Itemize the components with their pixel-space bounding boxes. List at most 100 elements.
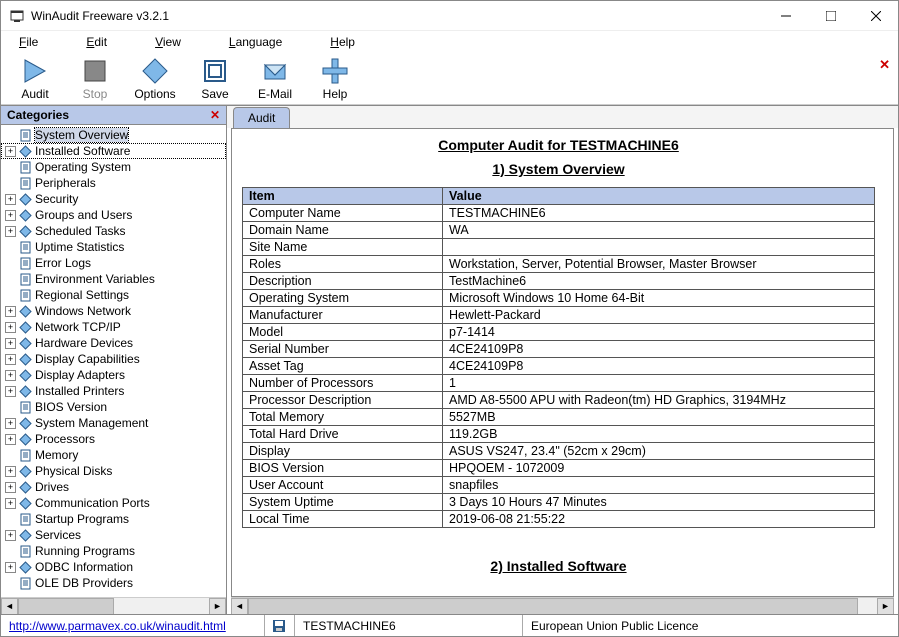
scroll-left-icon[interactable]: ◄ <box>1 598 18 615</box>
sidebar-title: Categories <box>7 108 69 122</box>
page-icon <box>19 513 32 526</box>
tree-item-label: Security <box>35 192 78 206</box>
cell-item: Model <box>243 324 443 341</box>
category-tree[interactable]: System Overview+Installed SoftwareOperat… <box>1 125 226 597</box>
email-button[interactable]: E-Mail <box>245 57 305 101</box>
diamond-icon <box>19 529 32 542</box>
table-row: Operating SystemMicrosoft Windows 10 Hom… <box>243 290 875 307</box>
expand-icon[interactable]: + <box>5 530 16 541</box>
options-button[interactable]: Options <box>125 57 185 101</box>
expand-icon[interactable]: + <box>5 418 16 429</box>
tree-item[interactable]: Uptime Statistics <box>1 239 226 255</box>
scroll-thumb[interactable] <box>18 598 114 615</box>
cell-value: Hewlett-Packard <box>443 307 875 324</box>
tree-item[interactable]: +ODBC Information <box>1 559 226 575</box>
tree-item[interactable]: +Display Capabilities <box>1 351 226 367</box>
scroll-thumb[interactable] <box>248 598 858 615</box>
expand-icon[interactable]: + <box>5 322 16 333</box>
tree-item[interactable]: +Network TCP/IP <box>1 319 226 335</box>
sidebar: Categories ✕ System Overview+Installed S… <box>1 106 227 614</box>
status-link[interactable]: http://www.parmavex.co.uk/winaudit.html <box>1 615 265 636</box>
tree-item[interactable]: Regional Settings <box>1 287 226 303</box>
document-body[interactable]: Computer Audit for TESTMACHINE6 1) Syste… <box>232 129 893 596</box>
tree-item[interactable]: BIOS Version <box>1 399 226 415</box>
tree-item[interactable]: Error Logs <box>1 255 226 271</box>
tree-item-label: Display Adapters <box>35 368 125 382</box>
tree-item[interactable]: +Installed Software <box>1 143 226 159</box>
disk-icon[interactable] <box>265 615 295 636</box>
expand-icon[interactable]: + <box>5 146 16 157</box>
diamond-icon <box>19 145 32 158</box>
minimize-button[interactable] <box>763 1 808 31</box>
tree-item-label: Communication Ports <box>35 496 150 510</box>
scroll-right-icon[interactable]: ► <box>209 598 226 615</box>
expand-icon[interactable]: + <box>5 386 16 397</box>
tree-item[interactable]: System Overview <box>1 127 226 143</box>
tree-item[interactable]: Environment Variables <box>1 271 226 287</box>
expand-icon[interactable]: + <box>5 354 16 365</box>
tree-item[interactable]: +System Management <box>1 415 226 431</box>
tree-item[interactable]: + Communication Ports <box>1 495 226 511</box>
tree-item[interactable]: +Installed Printers <box>1 383 226 399</box>
cell-item: Display <box>243 443 443 460</box>
tree-item[interactable]: +Physical Disks <box>1 463 226 479</box>
tree-item[interactable]: Memory <box>1 447 226 463</box>
tree-item[interactable]: + Groups and Users <box>1 207 226 223</box>
audit-button[interactable]: Audit <box>5 57 65 101</box>
tree-item[interactable]: + Security <box>1 191 226 207</box>
col-value: Value <box>443 188 875 205</box>
expand-icon[interactable]: + <box>5 498 16 509</box>
expand-icon[interactable]: + <box>5 210 16 221</box>
sidebar-scrollbar[interactable]: ◄ ► <box>1 597 226 614</box>
menu-view[interactable]: View <box>131 33 205 51</box>
cell-item: User Account <box>243 477 443 494</box>
tree-item[interactable]: Startup Programs <box>1 511 226 527</box>
expand-icon[interactable]: + <box>5 370 16 381</box>
close-button[interactable] <box>853 1 898 31</box>
tree-item[interactable]: +Windows Network <box>1 303 226 319</box>
scroll-left-icon[interactable]: ◄ <box>231 598 248 615</box>
tree-item[interactable]: Operating System <box>1 159 226 175</box>
expand-icon[interactable]: + <box>5 306 16 317</box>
tree-item[interactable]: +Drives <box>1 479 226 495</box>
cell-item: Manufacturer <box>243 307 443 324</box>
tree-item[interactable]: + Scheduled Tasks <box>1 223 226 239</box>
expand-icon[interactable]: + <box>5 194 16 205</box>
expand-icon[interactable]: + <box>5 482 16 493</box>
cell-item: Number of Processors <box>243 375 443 392</box>
tree-item-label: Uptime Statistics <box>35 240 124 254</box>
diamond-icon <box>19 433 32 446</box>
tree-item[interactable]: +Hardware Devices <box>1 335 226 351</box>
tree-item[interactable]: OLE DB Providers <box>1 575 226 591</box>
menu-edit[interactable]: Edit <box>62 33 131 51</box>
tree-item[interactable]: Running Programs <box>1 543 226 559</box>
main-scrollbar[interactable]: ◄ ► <box>231 597 894 614</box>
expand-icon[interactable]: + <box>5 466 16 477</box>
expand-icon[interactable]: + <box>5 338 16 349</box>
tree-item[interactable]: +Services <box>1 527 226 543</box>
page-icon <box>19 273 32 286</box>
diamond-icon <box>19 465 32 478</box>
scroll-right-icon[interactable]: ► <box>877 598 894 615</box>
stop-button[interactable]: Stop <box>65 57 125 101</box>
tree-item-label: Operating System <box>35 160 131 174</box>
tree-item-label: Groups and Users <box>35 208 132 222</box>
expand-icon[interactable]: + <box>5 226 16 237</box>
help-button[interactable]: Help <box>305 57 365 101</box>
tree-item[interactable]: + Display Adapters <box>1 367 226 383</box>
menu-help[interactable]: Help <box>306 33 379 51</box>
tree-item[interactable]: +Processors <box>1 431 226 447</box>
maximize-button[interactable] <box>808 1 853 31</box>
tree-item[interactable]: Peripherals <box>1 175 226 191</box>
expand-icon[interactable]: + <box>5 562 16 573</box>
sidebar-close-icon[interactable]: ✕ <box>210 108 220 122</box>
toolbar-close-icon[interactable]: ✕ <box>879 57 890 73</box>
tree-item-label: Scheduled Tasks <box>35 224 126 238</box>
tree-item-label: Environment Variables <box>35 272 155 286</box>
tab-audit[interactable]: Audit <box>233 107 290 128</box>
expand-icon[interactable]: + <box>5 434 16 445</box>
menu-file[interactable]: File <box>9 33 62 51</box>
table-row: Processor DescriptionAMD A8-5500 APU wit… <box>243 392 875 409</box>
save-button[interactable]: Save <box>185 57 245 101</box>
menu-language[interactable]: Language <box>205 33 306 51</box>
